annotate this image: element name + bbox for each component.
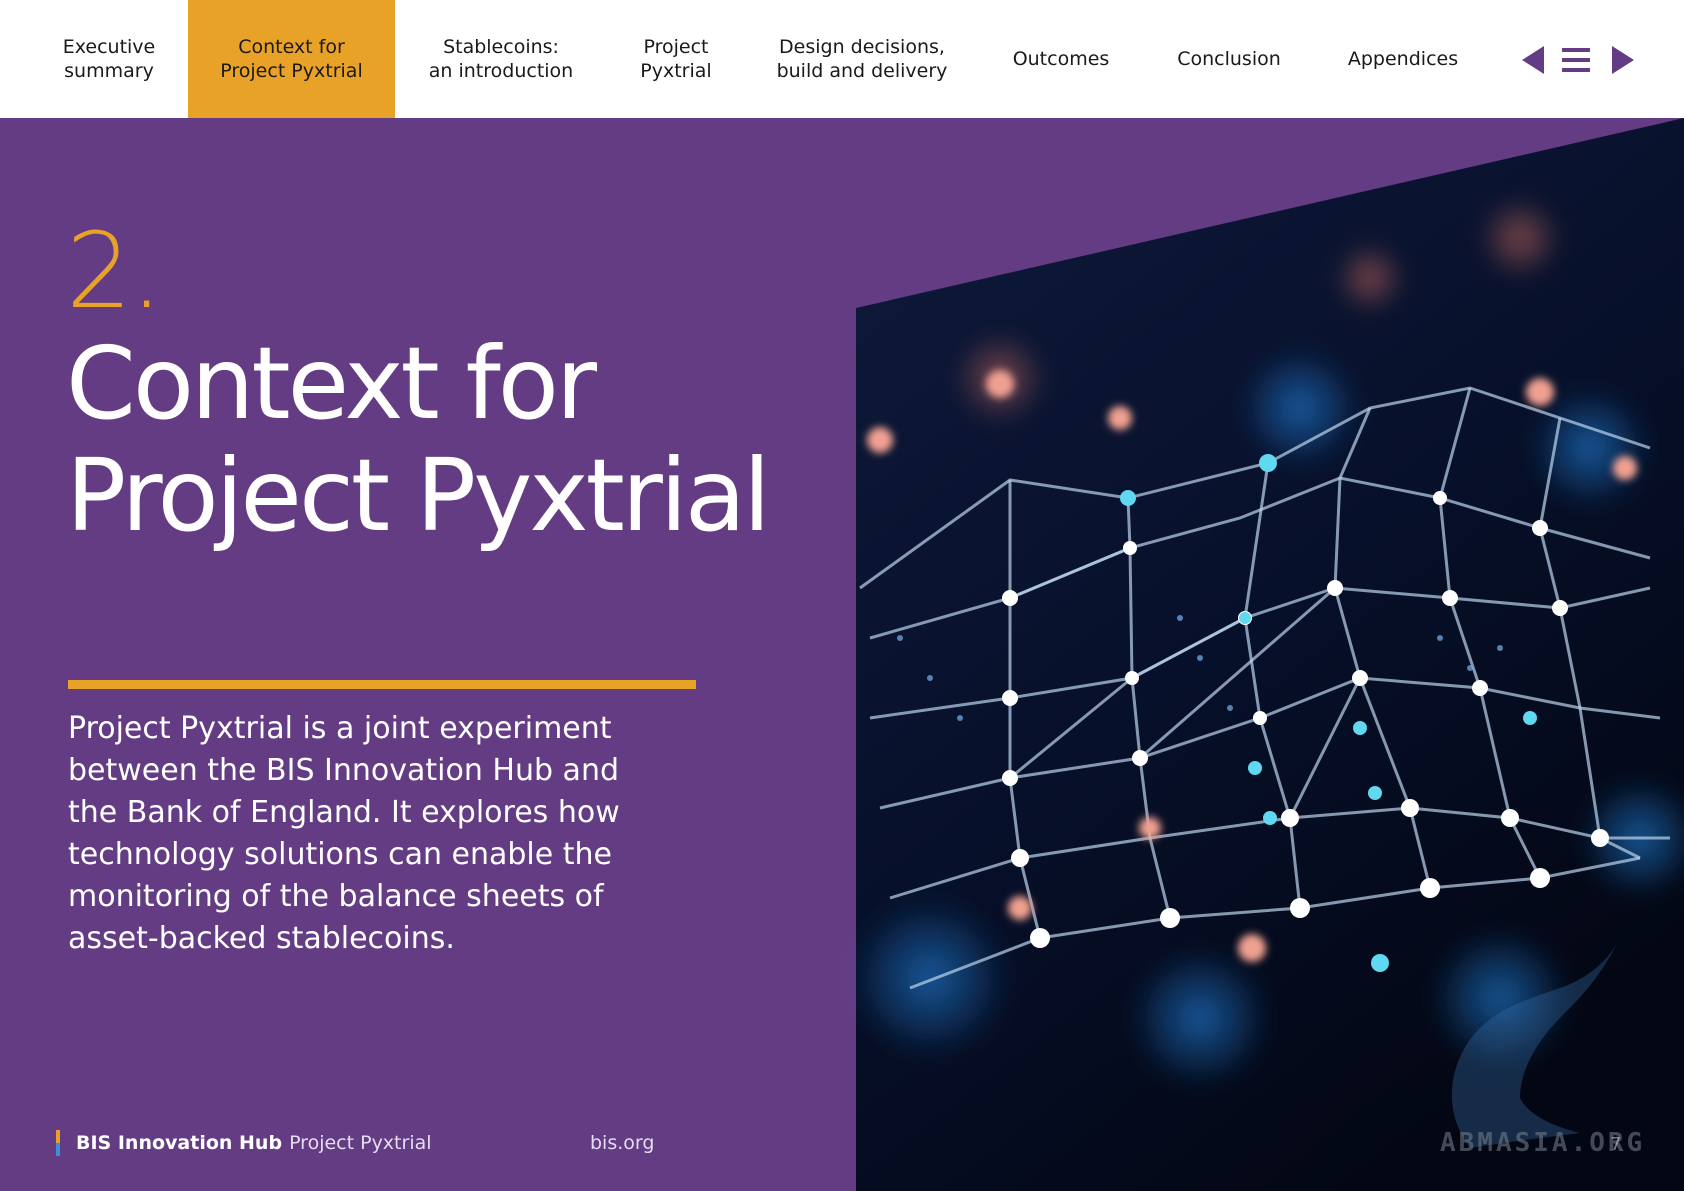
arrow-left-icon <box>1522 46 1544 74</box>
nav-tab-conclusion[interactable]: Conclusion <box>1166 0 1292 118</box>
network-mesh-image <box>850 118 1684 1191</box>
footer-website-link[interactable]: bis.org <box>590 1130 654 1156</box>
top-navigation: Executive summary Context for Project Py… <box>0 0 1684 118</box>
nav-tab-outcomes[interactable]: Outcomes <box>1000 0 1122 118</box>
brand-mark-icon <box>56 1130 60 1156</box>
nav-tab-design-decisions[interactable]: Design decisions, build and delivery <box>768 0 956 118</box>
hero-section: 2. Context for Project Pyxtrial Project … <box>0 118 1684 1191</box>
menu-button[interactable] <box>1556 40 1596 80</box>
nav-tab-executive-summary[interactable]: Executive summary <box>36 0 182 118</box>
next-page-button[interactable] <box>1602 40 1642 80</box>
page-number: 7 <box>1610 1134 1622 1155</box>
nav-tab-context[interactable]: Context for Project Pyxtrial <box>188 0 395 118</box>
section-number: 2. <box>66 210 163 332</box>
page-title: Context for Project Pyxtrial <box>66 325 771 554</box>
hamburger-menu-icon <box>1562 48 1590 72</box>
footer-project-name: Project Pyxtrial <box>289 1132 432 1154</box>
intro-paragraph: Project Pyxtrial is a joint experiment b… <box>68 711 620 956</box>
previous-page-button[interactable] <box>1514 40 1554 80</box>
accent-divider <box>68 680 696 689</box>
nav-tab-stablecoins[interactable]: Stablecoins: an introduction <box>414 0 588 118</box>
nav-tab-appendices[interactable]: Appendices <box>1336 0 1470 118</box>
nav-tab-project-pyxtrial[interactable]: Project Pyxtrial <box>620 0 732 118</box>
footer-org-name: BIS Innovation Hub <box>76 1132 283 1154</box>
arrow-right-icon <box>1612 46 1634 74</box>
footer-brand: BIS Innovation Hub Project Pyxtrial <box>56 1130 432 1156</box>
